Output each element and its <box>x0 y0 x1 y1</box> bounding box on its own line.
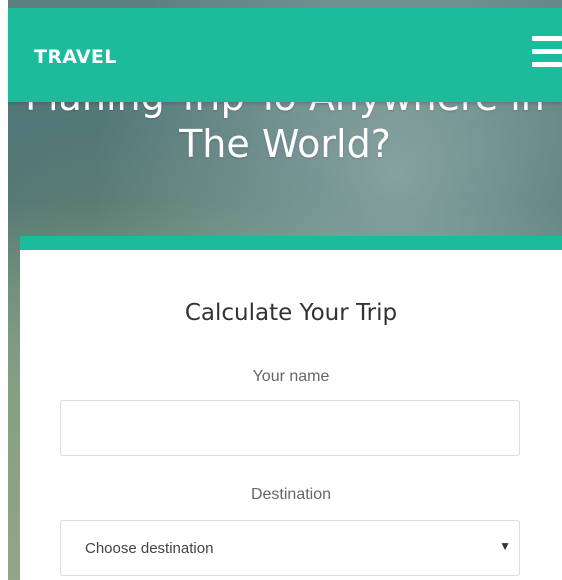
destination-select[interactable]: Choose destination ▼ <box>60 520 520 576</box>
hamburger-bar <box>532 36 562 41</box>
name-input[interactable] <box>60 400 520 456</box>
form-title: Calculate Your Trip <box>184 300 398 326</box>
hamburger-bar <box>532 49 562 54</box>
hero-headline-line-2: The World? <box>179 122 391 166</box>
destination-label: Destination <box>250 486 332 503</box>
hamburger-menu-icon[interactable] <box>532 36 562 68</box>
page: Planing Trip To Anywhere in The World? T… <box>0 0 562 580</box>
top-navbar: TRAVEL <box>8 8 562 102</box>
name-label: Your name <box>252 368 330 385</box>
caret-down-icon: ▼ <box>499 539 511 553</box>
destination-select-value: Choose destination <box>85 540 214 557</box>
trip-calculator-card: Calculate Your Trip Your name Destinatio… <box>20 236 562 580</box>
hamburger-bar <box>532 62 562 67</box>
brand-logo[interactable]: TRAVEL <box>34 46 117 68</box>
